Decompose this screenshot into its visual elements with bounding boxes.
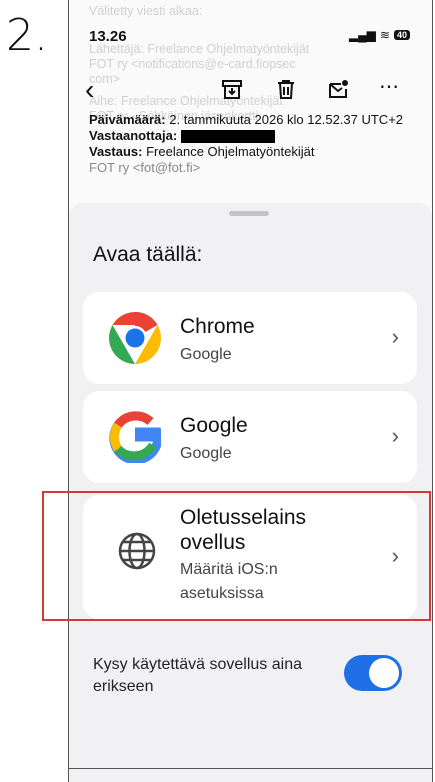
back-icon[interactable]: ‹ (85, 74, 94, 106)
email-ghost-line: Lähettäjä: Freelance Ohjelmatyöntekijät (89, 42, 310, 56)
sheet-bottom-line (69, 768, 432, 769)
toggle-knob (369, 658, 399, 688)
status-icons: ▂▄▆ ≋ 40 (349, 28, 410, 42)
chrome-icon (109, 312, 161, 364)
email-view: 13.26 ▂▄▆ ≋ 40 Välitetty viesti alkaa: L… (69, 0, 432, 220)
ask-every-time-toggle[interactable] (344, 655, 402, 691)
step-number: 2. (6, 10, 48, 61)
archive-icon[interactable] (221, 78, 243, 100)
more-icon[interactable]: ⋯ (379, 74, 399, 99)
date-label: Päivämäärä: (89, 112, 166, 127)
option-sub: Google (180, 346, 232, 363)
date-row: Päivämäärä: 2. tammikuuta 2026 klo 12.52… (89, 112, 419, 128)
google-icon (109, 411, 161, 463)
trash-icon[interactable] (275, 78, 297, 100)
chevron-right-icon: › (391, 423, 399, 448)
sheet-title: Avaa täällä: (93, 243, 203, 266)
sheet-grabber[interactable] (229, 211, 269, 216)
option-name: Chrome (180, 315, 255, 338)
chevron-right-icon: › (391, 324, 399, 349)
date-value: 2. tammikuuta 2026 klo 12.52.37 UTC+2 (169, 112, 404, 127)
email-meta: Päivämäärä: 2. tammikuuta 2026 klo 12.52… (89, 112, 419, 176)
option-chrome[interactable]: Chrome Google › (83, 292, 417, 384)
reply-row: Vastaus: Freelance Ohjelmatyöntekijät (89, 144, 419, 160)
signal-icon: ▂▄▆ (348, 28, 376, 42)
reply-label: Vastaus: (89, 144, 143, 159)
option-name: Google (180, 414, 248, 437)
mark-unread-icon[interactable] (327, 78, 349, 100)
reply-row-2: FOT ry <fot@fot.fi> (89, 160, 201, 175)
to-row: Vastaanottaja: (89, 128, 419, 144)
wifi-icon: ≋ (379, 28, 390, 42)
redacted-recipient (180, 130, 275, 144)
email-ghost-line: FOT ry <notifications@e-card.fiopsec (89, 57, 296, 71)
option-google[interactable]: Google Google › (83, 391, 417, 483)
option-sub: Google (180, 445, 232, 462)
to-label: Vastaanottaja: (89, 128, 178, 143)
battery-icon: 40 (393, 30, 410, 40)
phone-screen: 13.26 ▂▄▆ ≋ 40 Välitetty viesti alkaa: L… (68, 0, 433, 782)
highlight-box (42, 491, 431, 621)
reply-value: Freelance Ohjelmatyöntekijät (146, 144, 315, 159)
email-ghost-line: Välitetty viesti alkaa: (89, 4, 203, 18)
ask-every-time-label: Kysy käytettävä sovellus aina erikseen (93, 656, 302, 695)
email-toolbar: ‹ ⋯ (69, 74, 432, 106)
